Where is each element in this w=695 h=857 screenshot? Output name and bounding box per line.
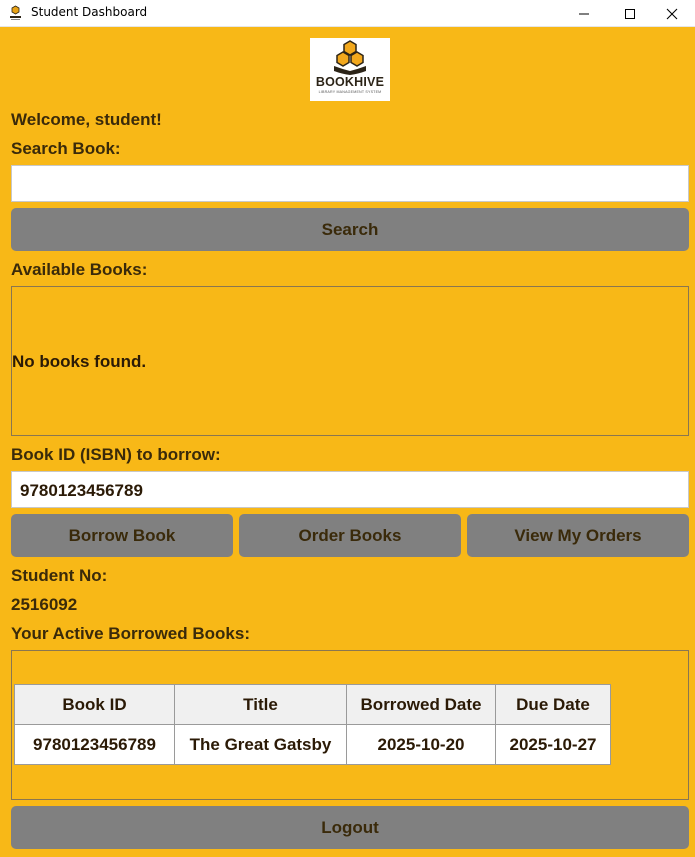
- logo-tagline: LIBRARY MANAGEMENT SYSTEM: [318, 90, 382, 94]
- maximize-button[interactable]: [607, 0, 653, 27]
- dashboard-content: BOOKHIVE LIBRARY MANAGEMENT SYSTEM Welco…: [0, 27, 695, 857]
- logout-button[interactable]: Logout: [11, 806, 689, 849]
- no-books-message: No books found.: [12, 352, 147, 371]
- cell-borrowed-date: 2025-10-20: [346, 724, 496, 765]
- table-row[interactable]: 9780123456789 The Great Gatsby 2025-10-2…: [14, 724, 611, 765]
- table-header-row: Book ID Title Borrowed Date Due Date: [14, 684, 611, 725]
- honeycomb-book-icon: [334, 40, 366, 75]
- borrowed-books-label: Your Active Borrowed Books:: [11, 624, 250, 643]
- close-button[interactable]: [649, 0, 695, 27]
- minimize-button[interactable]: [561, 0, 607, 27]
- cell-due-date: 2025-10-27: [495, 724, 611, 765]
- bookhive-logo: BOOKHIVE LIBRARY MANAGEMENT SYSTEM: [310, 38, 390, 101]
- column-header-title[interactable]: Title: [174, 684, 347, 725]
- borrowed-books-panel: Book ID Title Borrowed Date Due Date 978…: [11, 650, 689, 800]
- cell-book-id: 9780123456789: [14, 724, 175, 765]
- app-icon: [8, 5, 23, 21]
- logo-name: BOOKHIVE: [315, 75, 385, 89]
- student-number-value: 2516092: [11, 595, 78, 614]
- available-books-list[interactable]: No books found.: [11, 286, 689, 436]
- cell-title: The Great Gatsby: [174, 724, 347, 765]
- borrowed-books-table[interactable]: Book ID Title Borrowed Date Due Date 978…: [14, 684, 611, 765]
- borrow-isbn-label: Book ID (ISBN) to borrow:: [11, 445, 221, 464]
- search-button[interactable]: Search: [11, 208, 689, 251]
- borrow-book-button[interactable]: Borrow Book: [11, 514, 233, 557]
- order-books-button[interactable]: Order Books: [239, 514, 461, 557]
- view-my-orders-button[interactable]: View My Orders: [467, 514, 689, 557]
- search-input[interactable]: [11, 165, 689, 202]
- available-books-label: Available Books:: [11, 260, 148, 279]
- window-title: Student Dashboard: [31, 5, 148, 19]
- search-label: Search Book:: [11, 139, 121, 158]
- column-header-book-id[interactable]: Book ID: [14, 684, 175, 725]
- window-titlebar: Student Dashboard: [0, 0, 695, 27]
- close-icon: [666, 8, 678, 19]
- column-header-due-date[interactable]: Due Date: [495, 684, 611, 725]
- student-number-label: Student No:: [11, 566, 108, 585]
- column-header-borrowed-date[interactable]: Borrowed Date: [346, 684, 496, 725]
- maximize-icon: [625, 8, 635, 19]
- borrow-isbn-input[interactable]: 9780123456789: [11, 471, 689, 508]
- minimize-icon: [579, 13, 589, 14]
- welcome-text: Welcome, student!: [11, 110, 162, 129]
